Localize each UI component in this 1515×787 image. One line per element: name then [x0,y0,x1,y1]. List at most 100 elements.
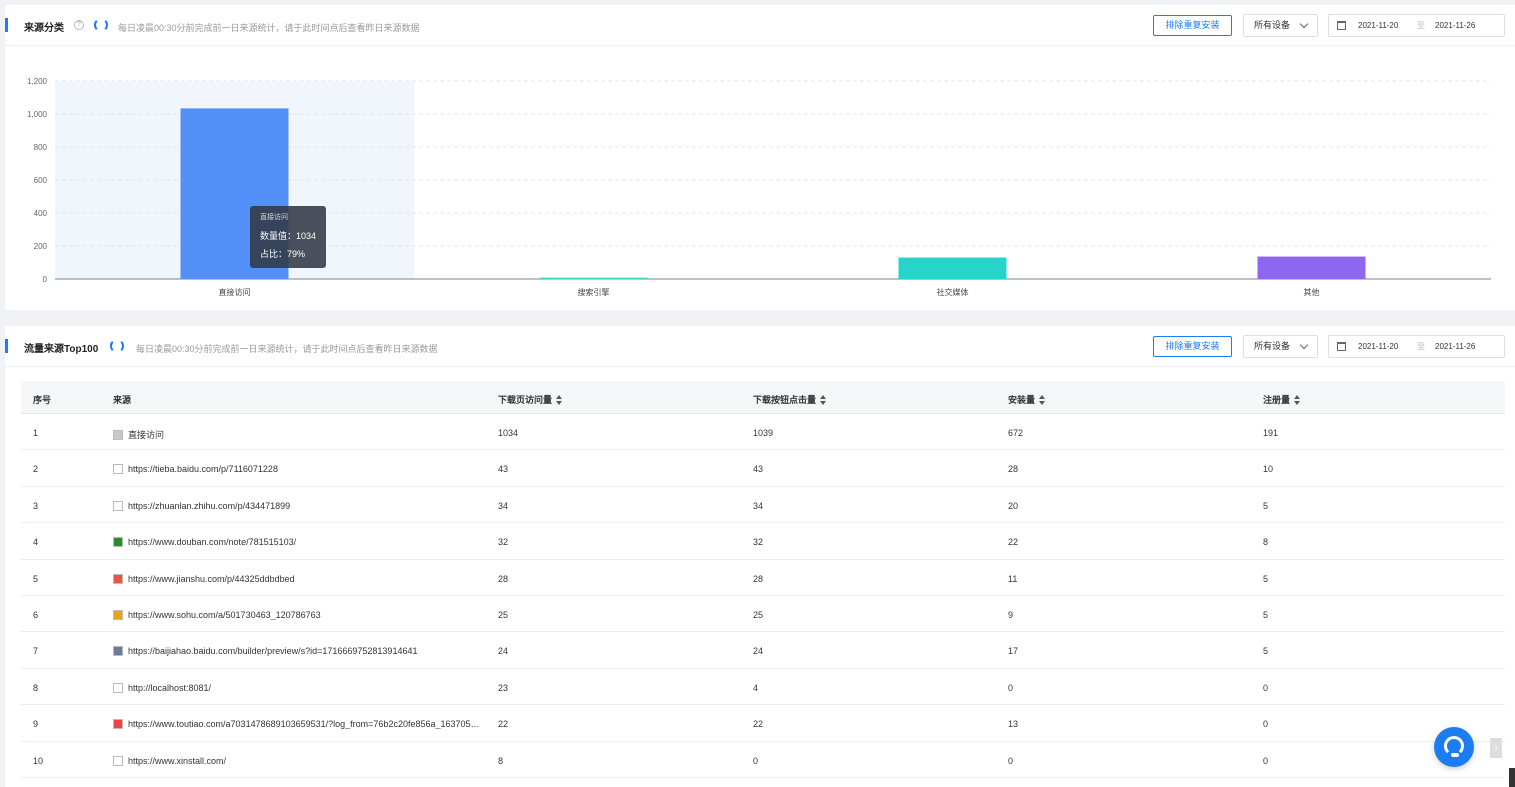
row-source: http://localhost:8081/ [113,682,483,693]
row-registers: 5 [1263,609,1269,620]
row-source-text: https://tieba.baidu.com/p/7116071228 [128,464,278,475]
sort-icon[interactable] [1039,395,1046,405]
table-row: 2 https://tieba.baidu.com/p/7116071228 43 4… [21,450,1505,487]
row-source: https://baijiahao.baidu.com/builder/prev… [113,646,483,657]
source-category-panel: 来源分类 ? 每日凌晨00:30分前完成前一日来源统计，请于此时间点后查看昨日来… [5,5,1515,310]
source-bar-chart: 02004006008001,0001,200直接访问 搜索引擎 社交媒体 其他 [27,77,1491,297]
row-source-text: https://www.toutiao.com/a703147868910365… [128,719,483,730]
date-range-picker[interactable]: 2021-11-20 至 2021-11-26 [1328,14,1505,37]
refresh-icon[interactable] [94,18,108,32]
help-icon[interactable]: ? [74,20,84,30]
row-source: https://www.sohu.com/a/501730463_1207867… [113,609,483,620]
collapse-tab[interactable]: › [1490,738,1502,758]
date-end[interactable]: 2021-11-26 [1435,15,1475,36]
row-source: 直接访问 [113,428,483,441]
row-page-visits: 32 [498,537,509,548]
header-button-clicks[interactable]: 下载按钮点击量 [753,393,827,406]
row-source-text: https://www.jianshu.com/p/44325ddbdbed [128,573,295,584]
table-row: 7 https://baijiahao.baidu.com/builder/pre… [21,632,1505,669]
header-registers-label: 注册量 [1263,395,1291,405]
row-installs: 672 [1008,428,1024,438]
scrollbar-thumb[interactable] [1509,768,1515,787]
device-select[interactable]: 所有设备 [1243,335,1318,358]
row-source: https://tieba.baidu.com/p/7116071228 [113,464,483,475]
header-button-clicks-label: 下载按钮点击量 [753,395,817,405]
y-tick-label: 200 [34,242,48,251]
row-installs: 20 [1008,500,1019,511]
row-source-text: https://www.sohu.com/a/501730463_1207867… [128,609,321,620]
row-button-clicks: 43 [753,464,764,475]
refresh-icon[interactable] [110,339,124,353]
table-row: 10 https://www.xinstall.com/8 0 0 0 [21,742,1505,778]
row-button-clicks: 34 [753,500,764,511]
row-registers: 8 [1263,537,1269,548]
chevron-down-icon [1299,340,1309,350]
header-page-visits[interactable]: 下载页访问量 [498,393,563,406]
row-source: https://zhuanlan.zhihu.com/p/434471899 [113,500,483,511]
source-category-header: 来源分类 ? 每日凌晨00:30分前完成前一日来源统计，请于此时间点后查看昨日来… [5,5,1515,46]
row-button-clicks: 25 [753,609,764,620]
device-select[interactable]: 所有设备 [1243,14,1318,37]
header-installs[interactable]: 安装量 [1008,393,1046,406]
top100-header: 流量来源Top100 每日凌晨00:30分前完成前一日来源统计，请于此时间点后查… [5,326,1515,367]
table-row: 1 直接访问 1034 1039 672 191 [21,414,1505,451]
chevron-down-icon [1299,19,1309,29]
row-index: 8 [33,682,39,693]
header-page-visits-label: 下载页访问量 [498,395,553,405]
globe-icon [113,430,123,440]
table-row: 4 https://www.douban.com/note/781515103/3… [21,523,1505,560]
sort-icon[interactable] [820,395,827,405]
row-page-visits: 23 [498,682,509,693]
row-source: https://www.xinstall.com/ [113,755,483,766]
row-registers: 191 [1263,428,1279,438]
row-page-visits: 8 [498,755,504,766]
row-page-visits: 22 [498,719,509,730]
source-category-title: 来源分类 [24,23,64,34]
row-installs: 13 [1008,719,1019,730]
row-registers: 0 [1263,719,1269,730]
y-tick-label: 600 [34,176,48,185]
device-select-value: 所有设备 [1254,20,1291,30]
top100-table: 序号 来源 下载页访问量 下载按钮点击量 安装量 注册量 1 直接访问 1034 10… [21,381,1505,778]
header-installs-label: 安装量 [1008,395,1036,405]
page-icon [113,682,123,693]
header-index: 序号 [33,395,52,405]
sort-icon[interactable] [556,395,563,405]
row-index: 5 [33,573,39,584]
row-button-clicks: 22 [753,719,764,730]
y-tick-label: 400 [34,209,48,218]
header-registers[interactable]: 注册量 [1263,393,1301,406]
date-start[interactable]: 2021-11-20 [1358,336,1398,357]
sort-icon[interactable] [1294,395,1301,405]
jianshu-icon [113,573,123,584]
date-range-picker[interactable]: 2021-11-20 至 2021-11-26 [1328,335,1505,358]
row-index: 3 [33,500,39,511]
baijiahao-icon [113,646,123,657]
date-end[interactable]: 2021-11-26 [1435,336,1475,357]
title-accent-bar [5,18,8,32]
exclude-duplicate-install-button[interactable]: 排除重复安装 [1153,336,1232,357]
exclude-duplicate-install-button[interactable]: 排除重复安装 [1153,15,1232,36]
row-installs: 17 [1008,646,1019,657]
row-source-text: https://www.douban.com/note/781515103/ [128,537,297,548]
top100-description: 每日凌晨00:30分前完成前一日来源统计，请于此时间点后查看昨日来源数据 [136,344,438,354]
douban-icon [113,537,123,548]
row-source-text: http://localhost:8081/ [128,682,212,693]
row-button-clicks: 28 [753,573,764,584]
traffic-top100-panel: 流量来源Top100 每日凌晨00:30分前完成前一日来源统计，请于此时间点后查… [5,326,1515,787]
table-row: 8 http://localhost:8081/23 4 0 0 [21,669,1505,706]
table-header: 序号 来源 下载页访问量 下载按钮点击量 安装量 注册量 [21,381,1505,414]
row-source: https://www.jianshu.com/p/44325ddbdbed [113,573,483,584]
page-icon [113,464,123,475]
top100-title: 流量来源Top100 [24,344,99,355]
row-registers: 5 [1263,500,1269,511]
customer-service-icon[interactable] [1434,727,1474,767]
date-start[interactable]: 2021-11-20 [1358,15,1398,36]
header-source: 来源 [113,395,132,405]
row-source: https://www.toutiao.com/a703147868910365… [113,719,483,730]
sohu-icon [113,609,123,620]
source-category-description: 每日凌晨00:30分前完成前一日来源统计，请于此时间点后查看昨日来源数据 [118,23,420,33]
row-source-text: https://zhuanlan.zhihu.com/p/434471899 [128,500,291,511]
table-row: 3 https://zhuanlan.zhihu.com/p/434471899 3… [21,487,1505,524]
page-icon [113,500,123,511]
